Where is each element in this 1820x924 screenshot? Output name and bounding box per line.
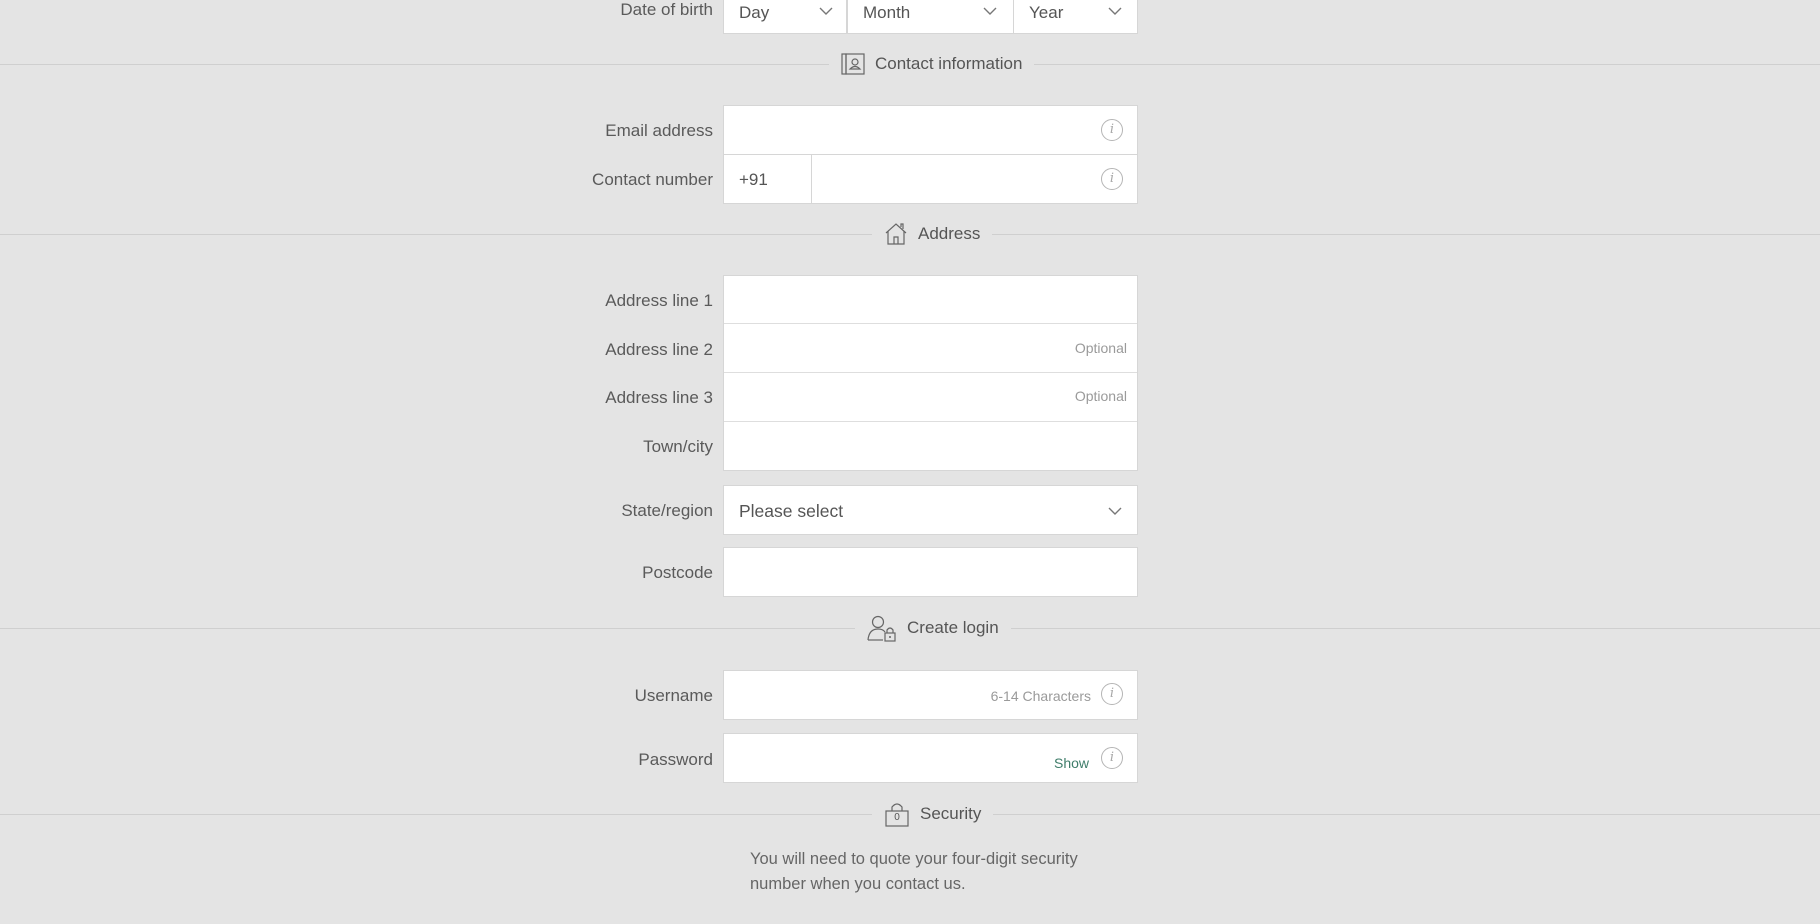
- phone-prefix-field[interactable]: +91: [723, 154, 812, 204]
- info-icon[interactable]: i: [1101, 119, 1123, 141]
- security-section-heading: 0 Security: [872, 799, 994, 829]
- postcode-field[interactable]: [723, 547, 1138, 597]
- state-select-value: Please select: [739, 501, 844, 521]
- dob-day-value: Day: [739, 3, 770, 22]
- registration-form: Date of birth Day Month Year Contact inf…: [0, 0, 1820, 924]
- address-fields-group: Optional Optional: [723, 275, 1138, 471]
- dob-label: Date of birth: [620, 0, 713, 19]
- postcode-label: Postcode: [642, 563, 713, 582]
- optional-hint: Optional: [1074, 388, 1127, 404]
- security-note: You will need to quote your four-digit s…: [750, 850, 1078, 893]
- username-label: Username: [634, 686, 713, 705]
- info-icon[interactable]: i: [1101, 168, 1123, 190]
- address-line3-field[interactable]: Optional: [724, 373, 1137, 421]
- address-line2-field[interactable]: Optional: [724, 324, 1137, 372]
- username-hint: 6-14 Characters: [990, 688, 1091, 704]
- address-line1-field[interactable]: [724, 276, 1137, 323]
- town-label: Town/city: [643, 437, 713, 456]
- chevron-down-icon: [1108, 507, 1122, 515]
- house-icon: [884, 222, 908, 246]
- contact-section-heading: Contact information: [829, 49, 1035, 79]
- login-section-heading: Create login: [855, 613, 1011, 643]
- chevron-down-icon: [983, 7, 997, 15]
- padlock-icon: 0: [884, 801, 910, 827]
- padlock-digit: 0: [894, 812, 900, 823]
- state-select[interactable]: Please select: [723, 485, 1138, 535]
- password-field[interactable]: Show i: [723, 733, 1138, 783]
- chevron-down-icon: [819, 7, 833, 15]
- phone-prefix-value: +91: [739, 170, 768, 189]
- dob-year-value: Year: [1029, 3, 1064, 22]
- username-field[interactable]: 6-14 Characters i: [723, 670, 1138, 720]
- info-icon[interactable]: i: [1101, 747, 1123, 769]
- login-section-title: Create login: [907, 618, 999, 637]
- town-field[interactable]: [724, 422, 1137, 470]
- contact-section-title: Contact information: [875, 54, 1023, 73]
- password-label: Password: [638, 750, 713, 769]
- security-section-title: Security: [920, 804, 982, 823]
- address-line3-label: Address line 3: [605, 388, 713, 407]
- address-section-title: Address: [918, 224, 981, 243]
- state-label: State/region: [621, 501, 713, 520]
- phone-number-field[interactable]: i: [811, 154, 1138, 204]
- phone-label: Contact number: [592, 170, 713, 189]
- dob-month-value: Month: [863, 3, 911, 22]
- dob-day-select[interactable]: Day: [723, 0, 847, 34]
- optional-hint: Optional: [1074, 340, 1127, 356]
- email-field[interactable]: i: [723, 105, 1138, 155]
- email-label: Email address: [605, 121, 713, 140]
- address-line2-label: Address line 2: [605, 340, 713, 359]
- info-icon[interactable]: i: [1101, 683, 1123, 705]
- show-password-link[interactable]: Show: [1054, 755, 1089, 771]
- dob-month-select[interactable]: Month: [847, 0, 1014, 34]
- chevron-down-icon: [1108, 7, 1122, 15]
- user-lock-icon: [867, 614, 897, 642]
- address-line1-label: Address line 1: [605, 291, 713, 310]
- contact-card-icon: [841, 52, 865, 76]
- dob-year-select[interactable]: Year: [1013, 0, 1138, 34]
- address-section-heading: Address: [872, 219, 993, 249]
